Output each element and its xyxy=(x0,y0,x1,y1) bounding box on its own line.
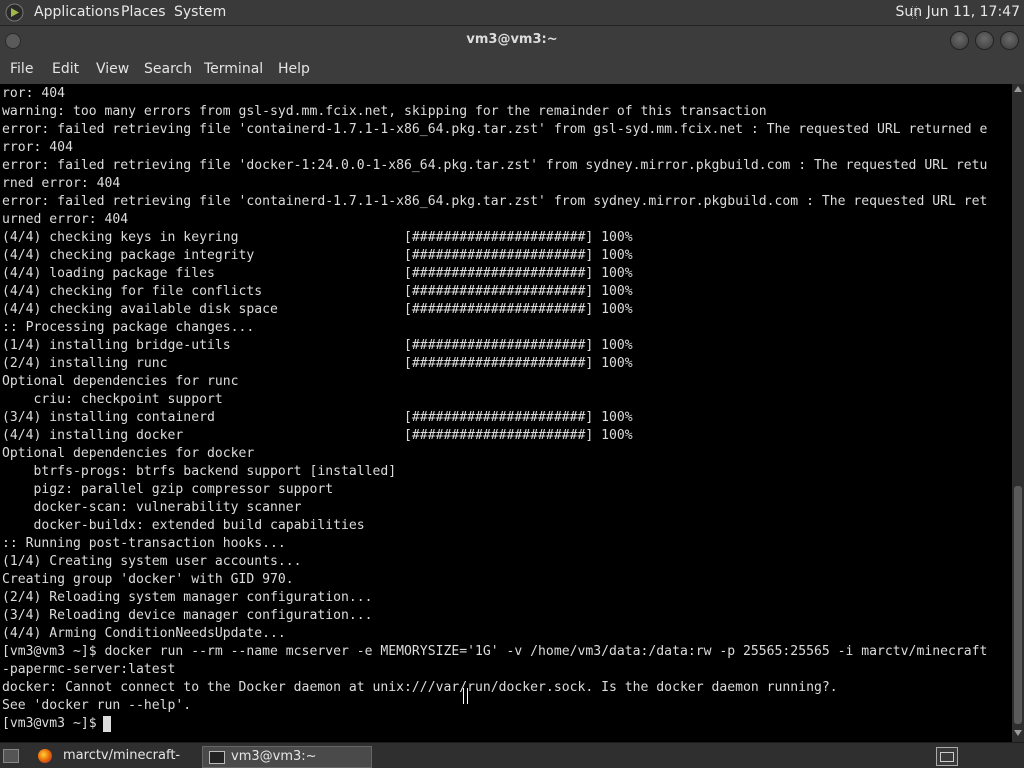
firefox-icon xyxy=(38,749,52,763)
menu-terminal[interactable]: Terminal xyxy=(204,54,263,84)
terminal-line: docker-buildx: extended build capabiliti… xyxy=(2,518,365,533)
menu-help[interactable]: Help xyxy=(278,54,310,84)
taskbar-item-terminal[interactable]: vm3@vm3:~ xyxy=(202,746,372,768)
show-desktop-icon[interactable] xyxy=(3,749,19,763)
terminal-line: (4/4) installing docker [###############… xyxy=(2,428,633,443)
terminal-line: (1/4) Creating system user accounts... xyxy=(2,554,302,569)
workspace-switcher[interactable] xyxy=(936,747,958,766)
top-panel: Applications Places System Sun Jun 11, 1… xyxy=(0,0,1024,26)
terminal-line: (3/4) installing containerd [###########… xyxy=(2,410,633,425)
terminal-line: btrfs-progs: btrfs backend support [inst… xyxy=(2,464,397,479)
workspace-window-icon xyxy=(940,752,954,762)
applications-menu-icon[interactable] xyxy=(5,3,24,22)
terminal-line: (4/4) Arming ConditionNeedsUpdate... xyxy=(2,626,286,641)
clock[interactable]: Sun Jun 11, 17:47 xyxy=(896,0,1020,25)
terminal-line: (1/4) installing bridge-utils [#########… xyxy=(2,338,633,353)
terminal-output[interactable]: ror: 404 warning: too many errors from gs… xyxy=(0,84,1012,742)
terminal-line: :: Running post-transaction hooks... xyxy=(2,536,286,551)
terminal-line: ror: 404 xyxy=(2,86,66,101)
terminal-line: (3/4) Reloading device manager configura… xyxy=(2,608,373,623)
terminal-line: Optional dependencies for runc xyxy=(2,374,239,389)
terminal-line: (4/4) checking keys in keyring [########… xyxy=(2,230,633,245)
terminal-line: (4/4) checking package integrity [######… xyxy=(2,248,633,263)
menu-file[interactable]: File xyxy=(10,54,33,84)
taskbar-item-firefox[interactable]: marctv/minecraft-p... xyxy=(30,746,200,766)
terminal-line: docker: Cannot connect to the Docker dae… xyxy=(2,680,838,695)
maximize-button[interactable] xyxy=(975,31,994,50)
menu-search[interactable]: Search xyxy=(144,54,192,84)
menu-edit[interactable]: Edit xyxy=(52,54,79,84)
terminal-line: error: failed retrieving file 'container… xyxy=(2,194,988,209)
terminal-cursor xyxy=(103,716,111,732)
terminal-line: criu: checkpoint support xyxy=(2,392,223,407)
taskbar: marctv/minecraft-p... vm3@vm3:~ xyxy=(0,742,1024,768)
terminal-line: [vm3@vm3 ~]$ xyxy=(2,716,105,731)
terminal-line: rror: 404 xyxy=(2,140,73,155)
terminal-line: (2/4) installing runc [#################… xyxy=(2,356,633,371)
terminal-line: Optional dependencies for docker xyxy=(2,446,255,461)
taskbar-item-label: vm3@vm3:~ xyxy=(231,749,317,764)
menu-places[interactable]: Places xyxy=(121,0,166,25)
taskbar-item-label: marctv/minecraft-p... xyxy=(63,748,181,763)
terminal-line: rned error: 404 xyxy=(2,176,121,191)
terminal-line: (2/4) Reloading system manager configura… xyxy=(2,590,373,605)
terminal-line: -papermc-server:latest xyxy=(2,662,176,677)
window-title: vm3@vm3:~ xyxy=(466,32,558,47)
menu-system[interactable]: System xyxy=(174,0,226,25)
terminal-line: docker-scan: vulnerability scanner xyxy=(2,500,302,515)
terminal-line: urned error: 404 xyxy=(2,212,129,227)
terminal-line: error: failed retrieving file 'docker-1:… xyxy=(2,158,988,173)
terminal-line: [vm3@vm3 ~]$ docker run --rm --name mcse… xyxy=(2,644,988,659)
terminal-line: warning: too many errors from gsl-syd.mm… xyxy=(2,104,767,119)
window-titlebar[interactable]: vm3@vm3:~ xyxy=(0,26,1024,54)
menu-view[interactable]: View xyxy=(96,54,129,84)
terminal-line: error: failed retrieving file 'container… xyxy=(2,122,988,137)
close-button[interactable] xyxy=(1000,31,1019,50)
terminal-icon xyxy=(209,751,225,764)
terminal-line: :: Processing package changes... xyxy=(2,320,255,335)
scroll-up-arrow-icon[interactable] xyxy=(1014,86,1022,92)
terminal-line: pigz: parallel gzip compressor support xyxy=(2,482,334,497)
minimize-button[interactable] xyxy=(950,31,969,50)
terminal-line: See 'docker run --help'. xyxy=(2,698,192,713)
terminal-text[interactable]: ror: 404 warning: too many errors from gs… xyxy=(2,85,987,733)
terminal-line: (4/4) checking for file conflicts [#####… xyxy=(2,284,633,299)
terminal-line: (4/4) checking available disk space [###… xyxy=(2,302,633,317)
scrollbar-thumb[interactable] xyxy=(1014,486,1022,724)
text-cursor-icon xyxy=(463,688,468,704)
terminal-line: Creating group 'docker' with GID 970. xyxy=(2,572,294,587)
terminal-menubar: File Edit View Search Terminal Help xyxy=(0,54,1024,84)
scroll-down-arrow-icon[interactable] xyxy=(1014,730,1022,736)
terminal-line: (4/4) loading package files [###########… xyxy=(2,266,633,281)
menu-applications[interactable]: Applications xyxy=(34,0,120,25)
